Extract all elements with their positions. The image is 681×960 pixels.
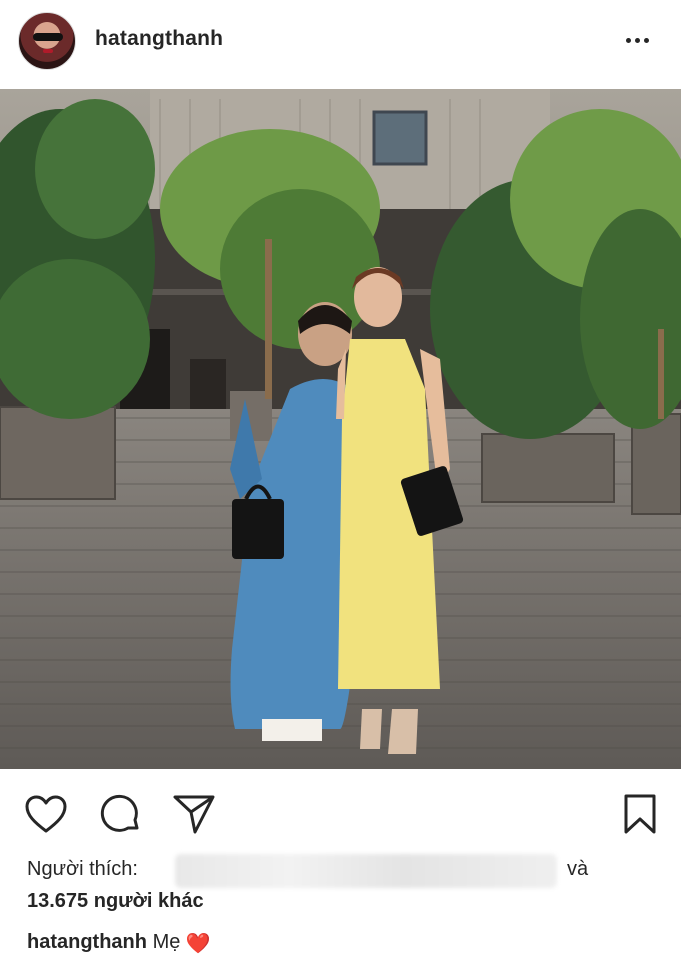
sunglasses-shape (33, 33, 63, 41)
bookmark-icon[interactable] (616, 790, 664, 838)
lips-shape (43, 49, 53, 53)
likes-and: và (567, 858, 589, 880)
heart-outline-icon[interactable] (22, 790, 70, 838)
send-icon[interactable] (170, 790, 218, 838)
avatar[interactable] (18, 12, 76, 70)
comment-icon[interactable] (97, 790, 145, 838)
caption-text: Mẹ (152, 931, 181, 953)
post-username[interactable]: hatangthanh (95, 27, 223, 51)
planter-left (0, 406, 116, 500)
post-photo[interactable] (0, 89, 681, 769)
likes-label: Người thích: (27, 858, 138, 880)
post-header: hatangthanh (0, 0, 681, 80)
blurred-likers (175, 854, 557, 888)
heart-emoji: ❤️ (185, 933, 211, 955)
window (372, 110, 428, 166)
post-actions (0, 790, 681, 838)
photo-illustration (0, 89, 681, 769)
planter-right (481, 433, 615, 503)
caption: hatangthanh Mẹ ❤️ (27, 931, 211, 956)
likes-count[interactable]: 13.675 người khác (27, 890, 204, 913)
caption-username[interactable]: hatangthanh (27, 931, 147, 953)
more-horizontal-icon[interactable] (626, 34, 658, 46)
